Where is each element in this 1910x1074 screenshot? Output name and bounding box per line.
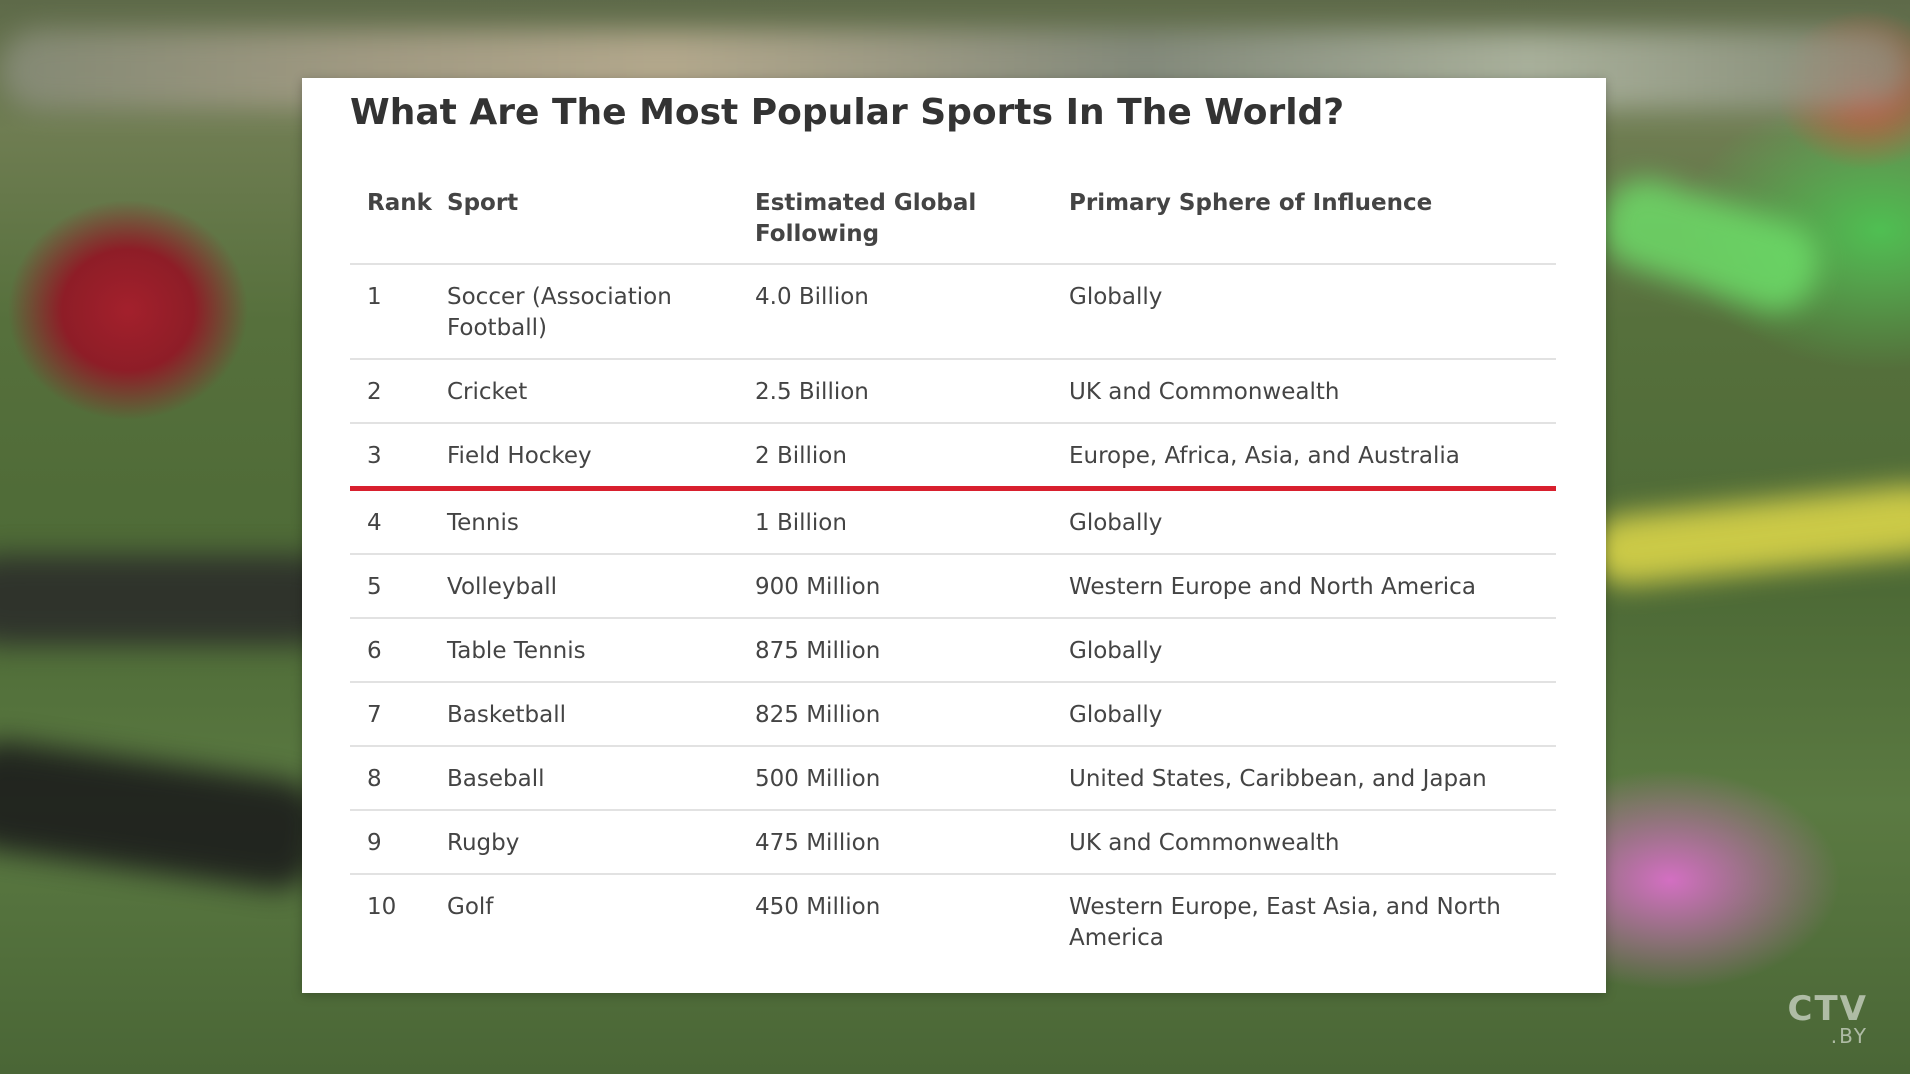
cell-sphere: Globally: [1052, 618, 1556, 683]
cell-following: 1 Billion: [738, 488, 1052, 555]
header-following: Estimated Global Following: [738, 176, 1052, 265]
cell-sphere: Globally: [1052, 488, 1556, 555]
cell-sphere: Western Europe and North America: [1052, 554, 1556, 619]
cell-sphere: United States, Caribbean, and Japan: [1052, 746, 1556, 811]
cell-following: 900 Million: [738, 554, 1052, 619]
background-photo: What Are The Most Popular Sports In The …: [0, 0, 1910, 1074]
header-sport: Sport: [430, 176, 738, 265]
table-row: 5 Volleyball 900 Million Western Europe …: [350, 554, 1556, 619]
cell-following: 2.5 Billion: [738, 359, 1052, 424]
cell-rank: 4: [350, 488, 430, 555]
watermark-sub-text: .BY: [1830, 1024, 1868, 1048]
table-row: 4 Tennis 1 Billion Globally: [350, 488, 1556, 555]
cell-sphere: Western Europe, East Asia, and North Ame…: [1069, 894, 1501, 951]
table-row-highlighted: 3 Field Hockey 2 Billion Europe, Africa,…: [350, 423, 1556, 491]
watermark-main-text: CTV: [1787, 989, 1868, 1029]
cell-rank: 10: [367, 894, 397, 920]
cell-sport: Basketball: [430, 682, 738, 747]
cell-sphere: Europe, Africa, Asia, and Australia: [1052, 423, 1556, 491]
cell-rank: 6: [350, 618, 430, 683]
cell-rank: 9: [350, 810, 430, 875]
table-row: 2 Cricket 2.5 Billion UK and Commonwealt…: [350, 359, 1556, 424]
page-title: What Are The Most Popular Sports In The …: [350, 92, 1345, 133]
cell-sport: Tennis: [430, 488, 738, 555]
background-blur-stick-left-lower: [0, 735, 326, 895]
cell-following: 450 Million: [755, 894, 881, 920]
cell-following: 2 Billion: [738, 423, 1052, 491]
cell-sphere: Globally: [1052, 682, 1556, 747]
cell-sport: Volleyball: [430, 554, 738, 619]
cell-sphere: UK and Commonwealth: [1052, 359, 1556, 424]
cell-following: 4.0 Billion: [738, 264, 1052, 360]
cell-sport: Baseball: [430, 746, 738, 811]
cell-sphere: Globally: [1052, 264, 1556, 360]
sports-table: Rank Sport Estimated Global Following Pr…: [350, 176, 1556, 968]
cell-rank: 5: [350, 554, 430, 619]
cell-sport: Golf: [447, 894, 494, 920]
table-row: 8 Baseball 500 Million United States, Ca…: [350, 746, 1556, 811]
cell-rank: 1: [350, 264, 430, 360]
header-sphere: Primary Sphere of Influence: [1052, 176, 1556, 265]
header-rank: Rank: [350, 176, 432, 265]
background-blur-stick-right: [1587, 481, 1910, 589]
cell-sport: Table Tennis: [430, 618, 738, 683]
cell-rank: 3: [350, 423, 430, 491]
table-header-row: Rank Sport Estimated Global Following Pr…: [350, 176, 1556, 265]
cell-rank: 8: [350, 746, 430, 811]
cell-sport: Field Hockey: [430, 423, 738, 491]
table-card: What Are The Most Popular Sports In The …: [302, 78, 1606, 993]
table-row: 9 Rugby 475 Million UK and Commonwealth: [350, 810, 1556, 875]
cell-rank: 2: [350, 359, 430, 424]
table-row: 1 Soccer (Association Football) 4.0 Bill…: [350, 264, 1556, 360]
cell-sport: Rugby: [430, 810, 738, 875]
cell-sphere: UK and Commonwealth: [1052, 810, 1556, 875]
cell-rank: 7: [350, 682, 430, 747]
channel-watermark-logo: CTV .BY: [1788, 992, 1868, 1046]
cell-following: 875 Million: [738, 618, 1052, 683]
table-row: 6 Table Tennis 875 Million Globally: [350, 618, 1556, 683]
background-blur-green-object: [1591, 168, 1829, 322]
cell-following: 825 Million: [738, 682, 1052, 747]
cell-following: 475 Million: [738, 810, 1052, 875]
cell-sport: Soccer (Association Football): [430, 264, 738, 360]
table-row: 10 Golf 450 Million Western Europe, East…: [350, 874, 1556, 968]
cell-following: 500 Million: [738, 746, 1052, 811]
background-blur-stick-left: [0, 555, 340, 645]
table-row: 7 Basketball 825 Million Globally: [350, 682, 1556, 747]
cell-sport: Cricket: [430, 359, 738, 424]
